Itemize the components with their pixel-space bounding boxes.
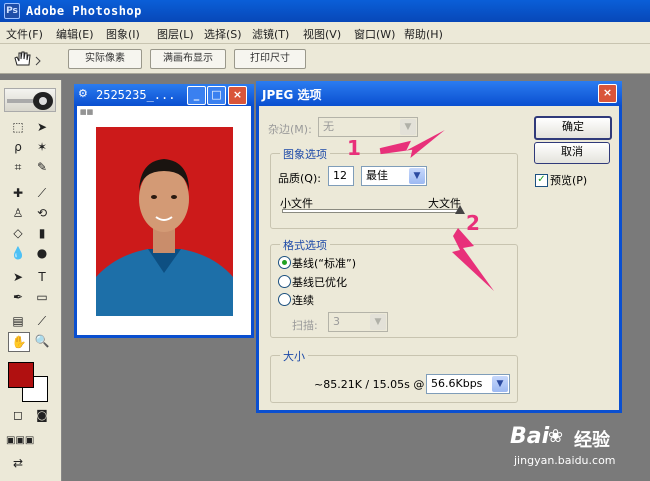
close-icon[interactable]: × [228, 86, 247, 105]
menu-window[interactable]: 窗口(W) [354, 26, 395, 42]
notes-tool-icon[interactable]: ▤ [8, 312, 28, 330]
preview-label: 预览(P) [550, 174, 588, 187]
annotation-1: 1 [347, 136, 361, 160]
quality-slider-track[interactable] [282, 209, 460, 213]
menu-edit[interactable]: 编辑(E) [56, 26, 94, 42]
hand-tool-icon[interactable]: ✋ [8, 332, 30, 352]
menu-help[interactable]: 帮助(H) [404, 26, 443, 42]
quality-preset-value: 最佳 [366, 169, 388, 182]
standard-mode-icon[interactable]: ◻ [8, 406, 28, 424]
scans-select[interactable]: 3 ▼ [328, 312, 388, 332]
chevron-down-icon: ▼ [370, 314, 386, 330]
document-title: 2525235_... [96, 88, 176, 102]
dodge-tool-icon[interactable]: ● [32, 244, 52, 262]
chevron-down-icon: ▼ [492, 376, 508, 392]
matte-label: 杂边(M): [268, 123, 312, 136]
dialog-titlebar: JPEG 选项 × [256, 81, 622, 106]
photoshop-icon: Ps [4, 3, 20, 19]
shape-tool-icon[interactable]: ▭ [32, 288, 52, 306]
menu-select[interactable]: 选择(S) [204, 26, 242, 42]
actual-pixels-button[interactable]: 实际像素 [68, 49, 142, 69]
hand-icon[interactable] [10, 49, 46, 69]
screen-mode-icon[interactable]: ▣▣▣ [6, 432, 34, 450]
watermark-brand: Bai [510, 424, 550, 449]
blur-tool-icon[interactable]: 💧 [8, 244, 28, 262]
app-title: Adobe Photoshop [26, 4, 142, 18]
scans-value: 3 [333, 315, 340, 328]
matte-value: 无 [323, 120, 334, 133]
fit-on-screen-button[interactable]: 满画布显示 [150, 49, 226, 69]
type-tool-icon[interactable]: T [32, 268, 52, 286]
progressive-label: 连续 [292, 294, 314, 307]
chevron-down-icon: ▼ [409, 168, 425, 184]
ruler-icon: ▦▦ [80, 108, 94, 116]
image-options-group [270, 153, 518, 229]
menu-file[interactable]: 文件(F) [6, 26, 43, 42]
watermark-url: jingyan.baidu.com [514, 454, 616, 467]
baidu-jingyan-watermark: Bai ❀ 经验 jingyan.baidu.com [508, 424, 642, 472]
scans-label: 扫描: [292, 319, 318, 332]
menu-image[interactable]: 图象(I) [106, 26, 140, 42]
magic-wand-icon[interactable]: ✶ [32, 138, 52, 156]
document-titlebar: ⚙ 2525235_... _ □ × [74, 84, 254, 106]
quickmask-mode-icon[interactable]: ◙ [32, 406, 52, 424]
gradient-tool-icon[interactable]: ▮ [32, 224, 52, 242]
minimize-icon[interactable]: _ [187, 86, 206, 105]
options-bar: 实际像素 满画布显示 打印尺寸 [0, 44, 650, 74]
toolbox: ⬚ ➤ ρ ✶ ⌗ ✎ ✚ ⟋ ♙ ⟲ ◇ ▮ 💧 ● ➤ T ✒ ▭ ▤ ⟋ … [0, 80, 62, 481]
dialog-close-icon[interactable]: × [598, 84, 617, 103]
slice-tool-icon[interactable]: ✎ [32, 158, 52, 176]
eyedropper-icon[interactable]: ⟋ [32, 312, 52, 330]
baseline-standard-radio[interactable] [278, 256, 291, 269]
image-options-legend: 图象选项 [280, 146, 330, 162]
menu-view[interactable]: 视图(V) [303, 26, 341, 42]
crop-tool-icon[interactable]: ⌗ [8, 158, 28, 176]
brush-tool-icon[interactable]: ⟋ [32, 184, 52, 202]
print-size-button[interactable]: 打印尺寸 [234, 49, 306, 69]
ok-button[interactable]: 确定 [534, 116, 612, 140]
paw-icon: ❀ [548, 426, 564, 447]
baseline-optimized-radio[interactable] [278, 275, 291, 288]
chevron-down-icon: ▼ [400, 119, 416, 135]
baseline-optimized-label: 基线已优化 [292, 276, 347, 289]
document-icon: ⚙ [78, 87, 88, 100]
eraser-tool-icon[interactable]: ◇ [8, 224, 28, 242]
preview-checkbox[interactable]: ✓ [535, 174, 548, 187]
watermark-brand2: 经验 [574, 430, 610, 451]
portrait-photo [96, 127, 233, 316]
app-titlebar: Ps Adobe Photoshop [0, 0, 650, 22]
history-brush-icon[interactable]: ⟲ [32, 204, 52, 222]
menu-bar: 文件(F) 编辑(E) 图象(I) 图层(L) 选择(S) 滤镜(T) 视图(V… [0, 22, 650, 44]
baseline-standard-label: 基线(“标准”) [292, 257, 356, 270]
quality-label: 品质(Q): [278, 172, 321, 185]
annotation-2: 2 [466, 211, 480, 235]
matte-select[interactable]: 无 ▼ [318, 117, 418, 137]
maximize-icon[interactable]: □ [207, 86, 226, 105]
eye-logo-icon [4, 88, 56, 112]
quality-input[interactable]: 12 [328, 166, 354, 186]
marquee-tool-icon[interactable]: ⬚ [8, 118, 28, 136]
zoom-tool-icon[interactable]: 🔍 [32, 332, 52, 350]
pen-tool-icon[interactable]: ✒ [8, 288, 28, 306]
move-tool-icon[interactable]: ➤ [32, 118, 52, 136]
modem-speed-select[interactable]: 56.6Kbps ▼ [426, 374, 510, 394]
jump-to-imageready-icon[interactable]: ⇄ [8, 454, 28, 472]
lasso-tool-icon[interactable]: ρ [8, 138, 28, 156]
path-select-icon[interactable]: ➤ [8, 268, 28, 286]
quality-slider-thumb[interactable] [455, 205, 465, 214]
menu-filter[interactable]: 滤镜(T) [252, 26, 289, 42]
healing-brush-icon[interactable]: ✚ [8, 184, 28, 202]
dialog-title: JPEG 选项 [262, 88, 322, 102]
quality-preset-select[interactable]: 最佳 ▼ [361, 166, 427, 186]
menu-layer[interactable]: 图层(L) [157, 26, 194, 42]
stamp-tool-icon[interactable]: ♙ [8, 204, 28, 222]
progressive-radio[interactable] [278, 293, 291, 306]
modem-speed-value: 56.6Kbps [431, 377, 483, 390]
size-legend: 大小 [280, 348, 308, 364]
size-estimate: ~85.21K / 15.05s @ [314, 378, 425, 391]
format-options-legend: 格式选项 [280, 237, 330, 253]
cancel-button[interactable]: 取消 [534, 142, 610, 164]
